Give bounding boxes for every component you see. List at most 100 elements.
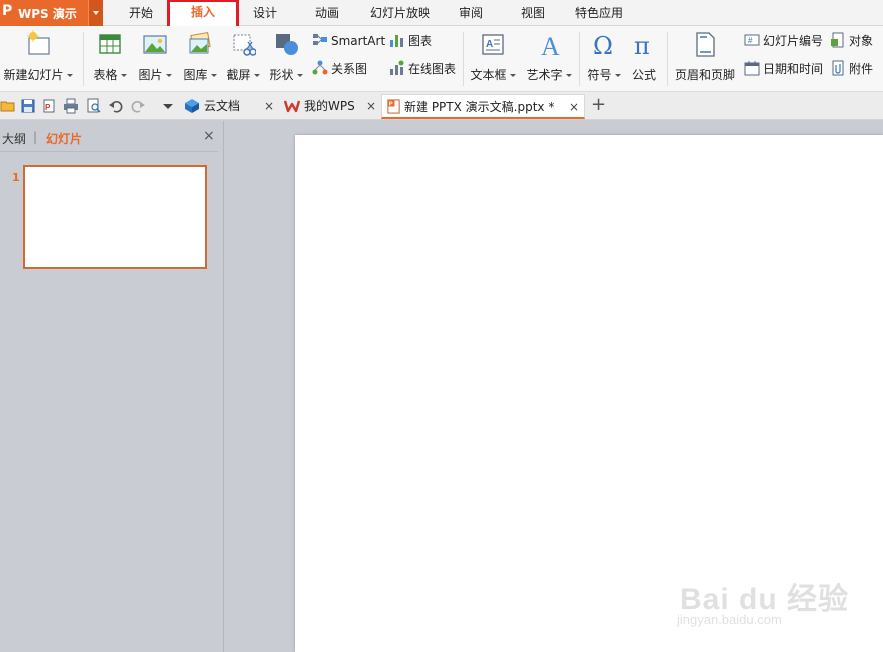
attachment-button[interactable]: 附件 bbox=[830, 60, 873, 78]
smartart-icon bbox=[313, 34, 327, 45]
chart-button[interactable]: 图表 bbox=[389, 32, 432, 50]
slide-thumbnail-number: 1 bbox=[12, 171, 20, 184]
picture-icon bbox=[143, 35, 167, 54]
shape-label: 形状 bbox=[269, 68, 294, 82]
app-menu-button[interactable]: P WPS 演示 bbox=[0, 0, 103, 26]
undo-icon[interactable] bbox=[108, 98, 124, 114]
header-footer-button[interactable]: 页眉和页脚 bbox=[672, 30, 738, 86]
save-icon[interactable] bbox=[20, 98, 36, 114]
tab-divider: | bbox=[33, 130, 38, 144]
close-icon[interactable]: × bbox=[569, 95, 579, 119]
doc-tab-mywps[interactable]: 我的WPS × bbox=[282, 94, 378, 119]
shape-button[interactable]: 形状 bbox=[266, 30, 306, 86]
redo-icon[interactable] bbox=[130, 98, 146, 114]
app-name: WPS 演示 bbox=[18, 7, 77, 21]
shapes-icon bbox=[276, 34, 298, 55]
panel-divider bbox=[0, 151, 218, 152]
wps-logo-icon: P bbox=[2, 3, 13, 19]
formula-button[interactable]: π 公式 bbox=[626, 30, 662, 86]
slide-number-label: 幻灯片编号 bbox=[763, 34, 824, 48]
open-folder-icon[interactable] bbox=[0, 98, 16, 114]
object-label: 对象 bbox=[849, 34, 874, 48]
chevron-down-icon bbox=[66, 74, 73, 77]
object-button[interactable]: 对象 bbox=[830, 32, 873, 50]
new-tab-plus-icon[interactable]: + bbox=[591, 93, 606, 117]
svg-text:A: A bbox=[541, 32, 560, 60]
ribbon-separator bbox=[83, 32, 84, 86]
slide-navigation-panel: 大纲 | 幻灯片 × 1 bbox=[0, 121, 224, 652]
chevron-down-icon bbox=[210, 74, 217, 77]
wordart-button[interactable]: A 艺术字 bbox=[522, 30, 576, 86]
picture-label: 图片 bbox=[138, 68, 163, 82]
print-icon[interactable] bbox=[63, 98, 79, 114]
new-slide-label: 新建幻灯片 bbox=[3, 68, 64, 82]
tab-outline[interactable]: 大纲 bbox=[2, 130, 26, 147]
datetime-button[interactable]: 日期和时间 bbox=[744, 60, 823, 78]
smartart-label: SmartArt bbox=[331, 34, 386, 48]
header-footer-icon bbox=[696, 32, 715, 57]
print-preview-icon[interactable] bbox=[86, 98, 102, 114]
tab-start[interactable]: 开始 bbox=[118, 0, 164, 26]
doc-tab-label: 新建 PPTX 演示文稿.pptx * bbox=[404, 100, 555, 114]
object-icon bbox=[831, 32, 844, 48]
wordart-icon: A bbox=[541, 32, 560, 60]
slide-number-icon: # bbox=[744, 34, 760, 46]
relation-chart-button[interactable]: 关系图 bbox=[312, 60, 367, 78]
svg-text:P: P bbox=[389, 102, 393, 108]
tab-insert[interactable]: 插入 bbox=[167, 0, 239, 29]
new-slide-button[interactable]: 新建幻灯片 bbox=[2, 30, 74, 86]
svg-text:#: # bbox=[748, 36, 753, 45]
bar-chart-icon bbox=[390, 35, 403, 47]
pi-icon: π bbox=[634, 32, 650, 60]
close-icon[interactable]: × bbox=[366, 94, 376, 118]
slide-thumbnail[interactable] bbox=[23, 165, 207, 269]
chevron-down-icon bbox=[120, 74, 127, 77]
close-icon[interactable]: × bbox=[203, 128, 215, 144]
quick-access-dropdown-icon[interactable] bbox=[160, 98, 176, 114]
smartart-button[interactable]: SmartArt bbox=[312, 32, 385, 50]
ribbon-separator bbox=[667, 32, 668, 86]
app-menu-dropdown-icon[interactable] bbox=[88, 0, 103, 26]
ribbon-separator bbox=[463, 32, 464, 86]
pptx-file-icon: P bbox=[387, 99, 400, 114]
tab-view[interactable]: 视图 bbox=[510, 0, 556, 26]
cloud-docs-icon bbox=[185, 99, 199, 113]
tab-animation[interactable]: 动画 bbox=[304, 0, 350, 26]
chevron-down-icon bbox=[565, 74, 572, 77]
textbox-button[interactable]: A 文本框 bbox=[467, 30, 519, 86]
chevron-down-icon bbox=[165, 74, 172, 77]
slide-number-button[interactable]: # 幻灯片编号 bbox=[744, 32, 823, 50]
header-footer-label: 页眉和页脚 bbox=[674, 68, 735, 82]
screenshot-button[interactable]: 截屏 bbox=[223, 30, 263, 86]
doc-tab-cloud[interactable]: 云文档 × bbox=[182, 94, 278, 119]
symbol-button[interactable]: Ω 符号 bbox=[583, 30, 625, 86]
online-chart-label: 在线图表 bbox=[408, 62, 457, 76]
gallery-label: 图库 bbox=[183, 68, 208, 82]
menu-bar: P WPS 演示 开始 插入 设计 动画 幻灯片放映 审阅 视图 特色应用 bbox=[0, 0, 883, 29]
textbox-icon: A bbox=[482, 34, 504, 55]
svg-text:P: P bbox=[45, 103, 51, 112]
tab-design[interactable]: 设计 bbox=[242, 0, 288, 26]
close-icon[interactable]: × bbox=[264, 94, 274, 118]
picture-button[interactable]: 图片 bbox=[135, 30, 175, 86]
watermark-url: jingyan.baidu.com bbox=[677, 612, 782, 627]
tab-review[interactable]: 审阅 bbox=[448, 0, 494, 26]
svg-text:Ω: Ω bbox=[593, 32, 613, 60]
tab-slides[interactable]: 幻灯片 bbox=[46, 130, 82, 147]
export-pdf-icon[interactable]: P bbox=[41, 98, 57, 114]
omega-icon: Ω bbox=[593, 32, 613, 60]
scissors-icon bbox=[233, 34, 256, 56]
doc-tab-active-presentation[interactable]: P 新建 PPTX 演示文稿.pptx * × bbox=[381, 94, 585, 119]
document-tab-bar: P 云文档 × 我的WPS × P 新建 PPTX 演示文稿.pptx * × … bbox=[0, 92, 883, 120]
gallery-button[interactable]: 图库 bbox=[180, 30, 220, 86]
tab-special-apps[interactable]: 特色应用 bbox=[568, 0, 630, 26]
chart-label: 图表 bbox=[408, 34, 433, 48]
svg-text:A: A bbox=[486, 39, 493, 50]
table-button[interactable]: 表格 bbox=[90, 30, 130, 86]
online-chart-icon bbox=[390, 60, 404, 75]
ribbon-insert: 新建幻灯片 表格 图片 图库 截屏 形状 SmartArt 关系图 图表 在线图… bbox=[0, 26, 883, 92]
doc-tab-label: 我的WPS bbox=[304, 99, 355, 113]
tab-slideshow[interactable]: 幻灯片放映 bbox=[362, 0, 438, 26]
online-chart-button[interactable]: 在线图表 bbox=[389, 60, 456, 78]
relation-chart-icon bbox=[312, 60, 328, 75]
